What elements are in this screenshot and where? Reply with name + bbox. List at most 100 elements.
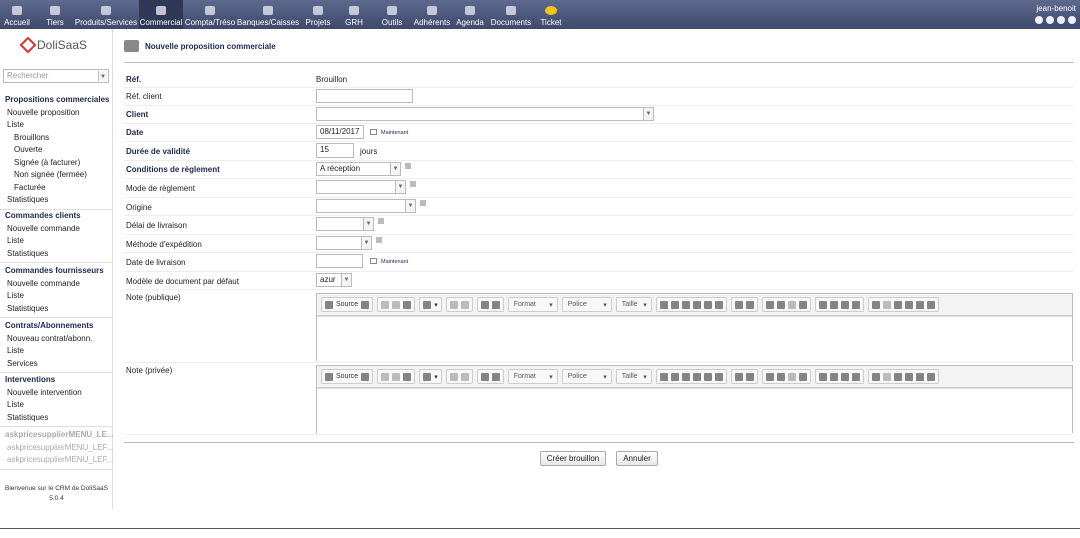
strike-icon[interactable]	[692, 300, 701, 309]
topmenu-outils[interactable]: Outils	[379, 0, 405, 29]
menu-item[interactable]: Statistiques	[0, 412, 113, 425]
menu-subitem[interactable]: Signée (à facturer)	[0, 157, 113, 170]
payment-mode-select[interactable]: ▼	[316, 180, 406, 194]
special-char-icon[interactable]	[926, 372, 935, 381]
replace-icon[interactable]	[491, 300, 500, 309]
align-right-icon[interactable]	[840, 300, 849, 309]
topmenu-produits[interactable]: Produits/Services	[75, 0, 137, 29]
logo[interactable]: DoliSaaS	[19, 36, 87, 54]
horizontal-rule-icon[interactable]	[915, 300, 924, 309]
indent-icon[interactable]	[798, 300, 807, 309]
cut-icon[interactable]	[381, 300, 390, 309]
table-icon[interactable]	[904, 300, 913, 309]
now-link[interactable]: Maintenant	[381, 130, 408, 136]
paste-icon[interactable]	[403, 372, 412, 381]
cancel-button[interactable]: Annuler	[616, 451, 658, 466]
topmenu-ticket[interactable]: Ticket	[538, 0, 564, 29]
align-left-icon[interactable]	[818, 372, 827, 381]
help-icon[interactable]	[420, 200, 426, 206]
format-dropdown[interactable]: Format ▾	[507, 369, 558, 384]
topmenu-grh[interactable]: GRH	[343, 0, 365, 29]
link-icon[interactable]	[871, 372, 880, 381]
menu-item[interactable]: Liste	[0, 235, 113, 248]
size-dropdown[interactable]: Taille ▾	[615, 297, 652, 312]
delivery-date-input[interactable]	[316, 254, 363, 268]
help-icon[interactable]	[376, 237, 382, 243]
bulleted-list-icon[interactable]	[776, 372, 785, 381]
remove-format-icon[interactable]	[745, 372, 754, 381]
bookmark-icon[interactable]	[1035, 16, 1043, 24]
remove-format-icon[interactable]	[745, 300, 754, 309]
copy-icon[interactable]	[392, 372, 401, 381]
create-draft-button[interactable]: Créer brouillon	[540, 451, 606, 466]
align-center-icon[interactable]	[829, 300, 838, 309]
delivery-delay-select[interactable]: ▼	[316, 217, 374, 231]
topmenu-projets[interactable]: Projets	[304, 0, 332, 29]
table-icon[interactable]	[904, 372, 913, 381]
menu-title[interactable]: Interventions	[0, 374, 113, 387]
client-select[interactable]: ▼	[316, 107, 654, 121]
subscript-icon[interactable]	[703, 300, 712, 309]
redo-icon[interactable]	[460, 372, 469, 381]
justify-icon[interactable]	[851, 372, 860, 381]
topmenu-adherents[interactable]: Adhérents	[413, 0, 451, 29]
topmenu-accueil[interactable]: Accueil	[0, 0, 34, 29]
source-button[interactable]: Source	[321, 297, 374, 312]
justify-icon[interactable]	[851, 300, 860, 309]
menu-item[interactable]: Statistiques	[0, 248, 113, 261]
calendar-icon[interactable]	[370, 258, 377, 264]
indent-icon[interactable]	[798, 372, 807, 381]
cut-icon[interactable]	[381, 372, 390, 381]
spellcheck-icon[interactable]	[423, 372, 432, 381]
help-icon[interactable]	[1057, 16, 1065, 24]
menu-title[interactable]: Propositions commerciales	[0, 94, 113, 107]
copy-icon[interactable]	[392, 300, 401, 309]
date-input[interactable]: 08/11/2017	[316, 125, 364, 139]
undo-icon[interactable]	[449, 372, 458, 381]
size-dropdown[interactable]: Taille ▾	[615, 369, 652, 384]
user-name[interactable]: jean-benoit	[1036, 4, 1076, 13]
menu-item[interactable]: Nouvelle commande	[0, 278, 113, 291]
maximize-icon[interactable]	[361, 300, 370, 309]
menu-title[interactable]: Contrats/Abonnements	[0, 320, 113, 333]
bold-icon[interactable]	[659, 300, 668, 309]
print-icon[interactable]	[1046, 16, 1054, 24]
bulleted-list-icon[interactable]	[776, 300, 785, 309]
horizontal-rule-icon[interactable]	[915, 372, 924, 381]
now-link[interactable]: Maintenant	[381, 259, 408, 265]
help-icon[interactable]	[410, 181, 416, 187]
outdent-icon[interactable]	[787, 300, 796, 309]
text-color-icon[interactable]	[734, 372, 743, 381]
model-select[interactable]: azur ▼	[316, 273, 352, 287]
undo-icon[interactable]	[449, 300, 458, 309]
unlink-icon[interactable]	[882, 372, 891, 381]
find-icon[interactable]	[480, 372, 489, 381]
underline-icon[interactable]	[681, 372, 690, 381]
topmenu-compta[interactable]: Compta/Tréso	[185, 0, 235, 29]
topmenu-documents[interactable]: Documents	[490, 0, 532, 29]
topmenu-banques[interactable]: Banques/Caisses	[237, 0, 299, 29]
menu-item[interactable]: Nouvelle intervention	[0, 387, 113, 400]
numbered-list-icon[interactable]	[765, 372, 774, 381]
origin-select[interactable]: ▼	[316, 199, 416, 213]
link-icon[interactable]	[871, 300, 880, 309]
menu-item[interactable]: askpricesupplierMENU_LEF...	[0, 442, 113, 455]
unlink-icon[interactable]	[882, 300, 891, 309]
underline-icon[interactable]	[681, 300, 690, 309]
paste-icon[interactable]	[403, 300, 412, 309]
align-center-icon[interactable]	[829, 372, 838, 381]
note-private-textarea[interactable]	[317, 388, 1072, 433]
superscript-icon[interactable]	[714, 300, 723, 309]
numbered-list-icon[interactable]	[765, 300, 774, 309]
menu-item[interactable]: Liste	[0, 399, 113, 412]
outdent-icon[interactable]	[787, 372, 796, 381]
menu-title[interactable]: Commandes clients	[0, 210, 113, 223]
shipping-method-select[interactable]: ▼	[316, 236, 372, 250]
menu-item[interactable]: Nouveau contrat/abonn.	[0, 333, 113, 346]
font-dropdown[interactable]: Police ▾	[561, 369, 612, 384]
topmenu-tiers[interactable]: Tiers	[42, 0, 68, 29]
menu-subitem[interactable]: Ouverte	[0, 144, 113, 157]
image-icon[interactable]	[893, 300, 902, 309]
logout-icon[interactable]	[1068, 16, 1076, 24]
font-dropdown[interactable]: Police ▾	[561, 297, 612, 312]
